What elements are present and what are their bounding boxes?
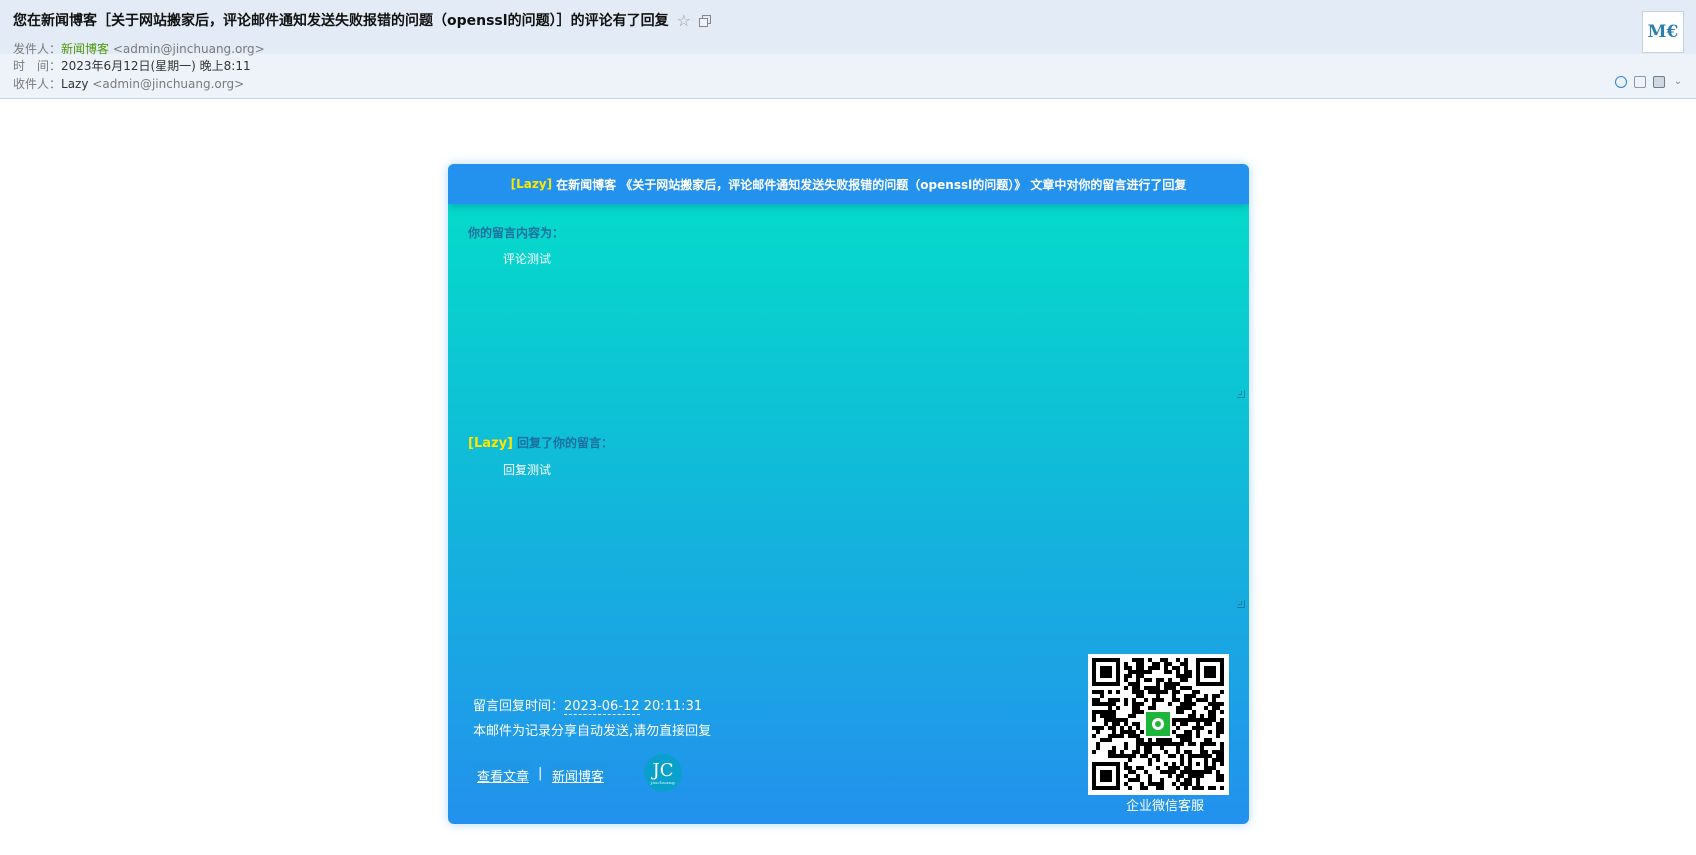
comment-label: 你的留言内容为：	[468, 226, 565, 240]
to-label: 收件人：	[13, 77, 62, 91]
mail-subject: 您在新闻博客［关于网站搬家后，评论邮件通知发送失败报错的问题（openssl的问…	[13, 13, 669, 29]
card-header-text: 在新闻博客 《关于网站搬家后，评论邮件通知发送失败报错的问题（openssl的问…	[556, 177, 1187, 192]
reply-time-date: 2023-06-12	[564, 699, 640, 715]
card-header: [Lazy] 在新闻博客 《关于网站搬家后，评论邮件通知发送失败报错的问题（op…	[448, 164, 1249, 204]
reply-time-label: 留言回复时间：	[473, 699, 565, 714]
link-separator: |	[538, 766, 543, 781]
qr-code	[1088, 654, 1229, 795]
reply-time-row: 留言回复时间：2023-06-12 20:11:31	[473, 695, 703, 715]
reply-time-clock: 20:11:31	[643, 699, 703, 714]
popout-window-icon[interactable]	[698, 14, 711, 27]
print-icon[interactable]	[1653, 76, 1665, 88]
auto-notice: 本邮件为记录分享自动发送,请勿直接回复	[473, 724, 712, 739]
qr-code-graphic	[1092, 658, 1224, 790]
reply-text: 回复测试	[503, 463, 552, 477]
mail-subject-row: 您在新闻博客［关于网站搬家后，评论邮件通知发送失败报错的问题（openssl的问…	[13, 10, 711, 30]
star-icon[interactable]: ☆	[677, 11, 691, 30]
reply-card: [Lazy] 在新闻博客 《关于网站搬家后，评论邮件通知发送失败报错的问题（op…	[448, 164, 1249, 824]
time-value: 2023年6月12日(星期一) 晚上8:11	[61, 59, 251, 73]
to-name[interactable]: Lazy	[61, 77, 88, 91]
jc-logo-text: JC	[652, 759, 674, 781]
sender-avatar[interactable]: M€	[1642, 11, 1684, 53]
comment-text: 评论测试	[503, 252, 552, 266]
comment-resize-grip[interactable]	[1237, 390, 1245, 398]
jc-logo-subtext: jinchuang	[650, 779, 676, 785]
from-name[interactable]: 新闻博客	[61, 42, 109, 56]
reply-label: 回复了你的留言：	[516, 436, 613, 450]
mail-toolbar: ⌄	[1615, 76, 1684, 88]
time-label: 时 间：	[13, 59, 62, 73]
mail-from-row: 发件人：新闻博客 <admin@jinchuang.org>	[13, 40, 265, 57]
reply-username: [Lazy]	[468, 436, 513, 451]
reply-heading: [Lazy] 回复了你的留言：	[468, 434, 613, 451]
chevron-down-icon[interactable]: ⌄	[1672, 76, 1684, 88]
mail-header: 您在新闻博客［关于网站搬家后，评论邮件通知发送失败报错的问题（openssl的问…	[0, 0, 1696, 99]
jc-logo[interactable]: JC jinchuang	[644, 754, 682, 792]
to-address: <admin@jinchuang.org>	[92, 77, 245, 91]
mail-time-row: 时 间：2023年6月12日(星期一) 晚上8:11	[13, 57, 251, 74]
view-article-link[interactable]: 查看文章	[473, 764, 534, 787]
from-address: <admin@jinchuang.org>	[112, 42, 265, 56]
reply-resize-grip[interactable]	[1237, 600, 1245, 608]
mail-to-row: 收件人：Lazy <admin@jinchuang.org>	[13, 75, 244, 92]
qr-caption: 企业微信客服	[1125, 799, 1204, 814]
blog-link[interactable]: 新闻博客	[548, 764, 609, 787]
note-icon[interactable]	[1634, 76, 1646, 88]
from-label: 发件人：	[13, 42, 62, 56]
card-header-username: [Lazy]	[510, 177, 553, 191]
chat-icon[interactable]	[1615, 76, 1627, 88]
